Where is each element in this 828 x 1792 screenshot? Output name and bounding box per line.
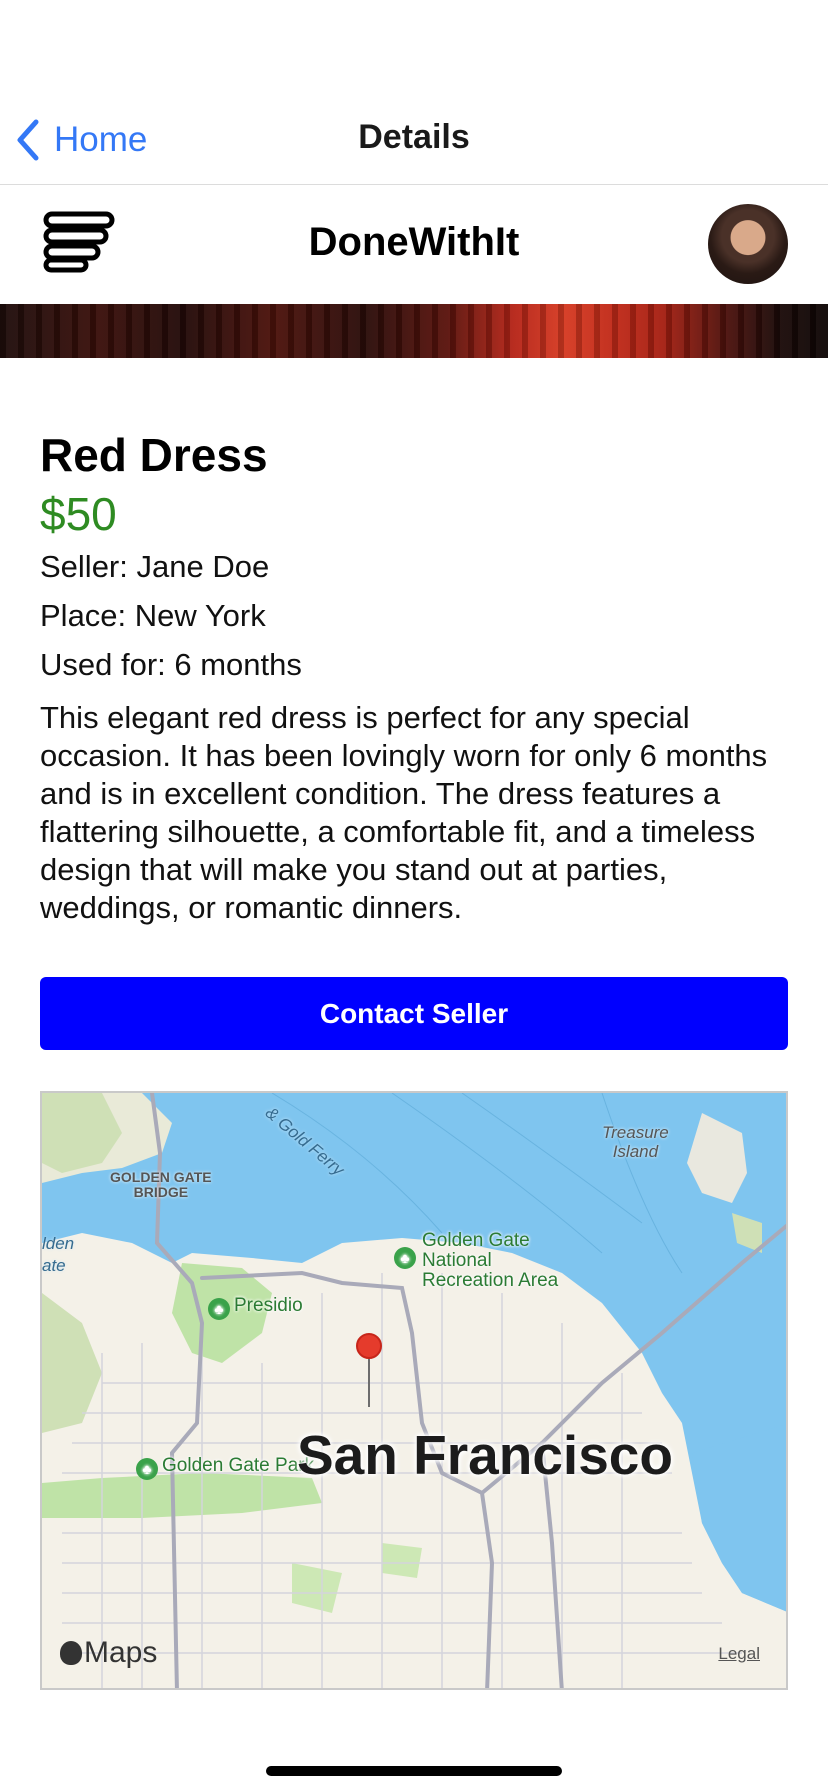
- map-label-treasure-island: Treasure Island: [602, 1123, 669, 1161]
- item-title: Red Dress: [40, 429, 268, 481]
- map-label-golden-gate-bridge: GOLDEN GATE BRIDGE: [110, 1170, 212, 1200]
- item-place: Place: New York: [40, 598, 266, 633]
- item-used-for: Used for: 6 months: [40, 647, 302, 682]
- map-label-ggnra-line1: Golden Gate: [422, 1230, 530, 1251]
- home-indicator: [266, 1766, 562, 1776]
- nav-title: Details: [358, 118, 470, 156]
- navigation-bar: Home Details: [0, 0, 828, 185]
- map-label-partial-line2: ate: [42, 1256, 66, 1275]
- item-seller: Seller: Jane Doe: [40, 549, 270, 584]
- app-brand-title: DoneWithIt: [308, 220, 520, 264]
- map-label-presidio-text: Presidio: [234, 1295, 303, 1316]
- user-avatar[interactable]: [708, 204, 788, 284]
- park-icon: ♣: [136, 1458, 158, 1480]
- map-label-presidio[interactable]: ♣ Presidio: [208, 1295, 303, 1320]
- apple-maps-logo: Maps: [60, 1636, 157, 1670]
- map-label-ggnra[interactable]: ♣ Golden Gate National Recreation Area: [394, 1230, 559, 1291]
- map-label-golden-gate-park[interactable]: ♣ Golden Gate Park: [136, 1455, 314, 1480]
- item-details: Red Dress $50 Seller: Jane Doe Place: Ne…: [40, 428, 788, 927]
- map-legal-link[interactable]: Legal: [718, 1644, 760, 1664]
- contact-seller-button[interactable]: Contact Seller: [40, 977, 788, 1050]
- park-icon: ♣: [394, 1247, 416, 1269]
- map-city-label: San Francisco: [297, 1424, 673, 1486]
- item-image: [0, 304, 828, 358]
- location-map[interactable]: & Gold Ferry Treasure Island GOLDEN GATE…: [40, 1091, 788, 1690]
- map-pin-stick: [368, 1357, 370, 1407]
- item-price: $50: [40, 488, 117, 540]
- map-label-treasure-line1: Treasure: [602, 1123, 669, 1142]
- map-label-treasure-line2: Island: [612, 1142, 659, 1161]
- map-label-ggnra-line3: Recreation Area: [422, 1270, 559, 1291]
- map-label-ggb-line2: BRIDGE: [133, 1184, 189, 1200]
- map-label-partial-line1: lden: [42, 1234, 75, 1253]
- map-label-ggb-line1: GOLDEN GATE: [110, 1169, 212, 1185]
- park-icon: ♣: [208, 1298, 230, 1320]
- map-label-ggnra-line2: National: [422, 1250, 492, 1271]
- app-header: DoneWithIt: [0, 186, 828, 304]
- apple-icon: [60, 1641, 82, 1665]
- map-label-golden-gate-partial: lden ate: [42, 1233, 74, 1277]
- item-description: This elegant red dress is perfect for an…: [40, 700, 768, 925]
- maps-attribution-text: Maps: [84, 1636, 158, 1669]
- map-pin-icon[interactable]: [356, 1333, 382, 1359]
- map-label-gg-park-text: Golden Gate Park: [162, 1455, 315, 1476]
